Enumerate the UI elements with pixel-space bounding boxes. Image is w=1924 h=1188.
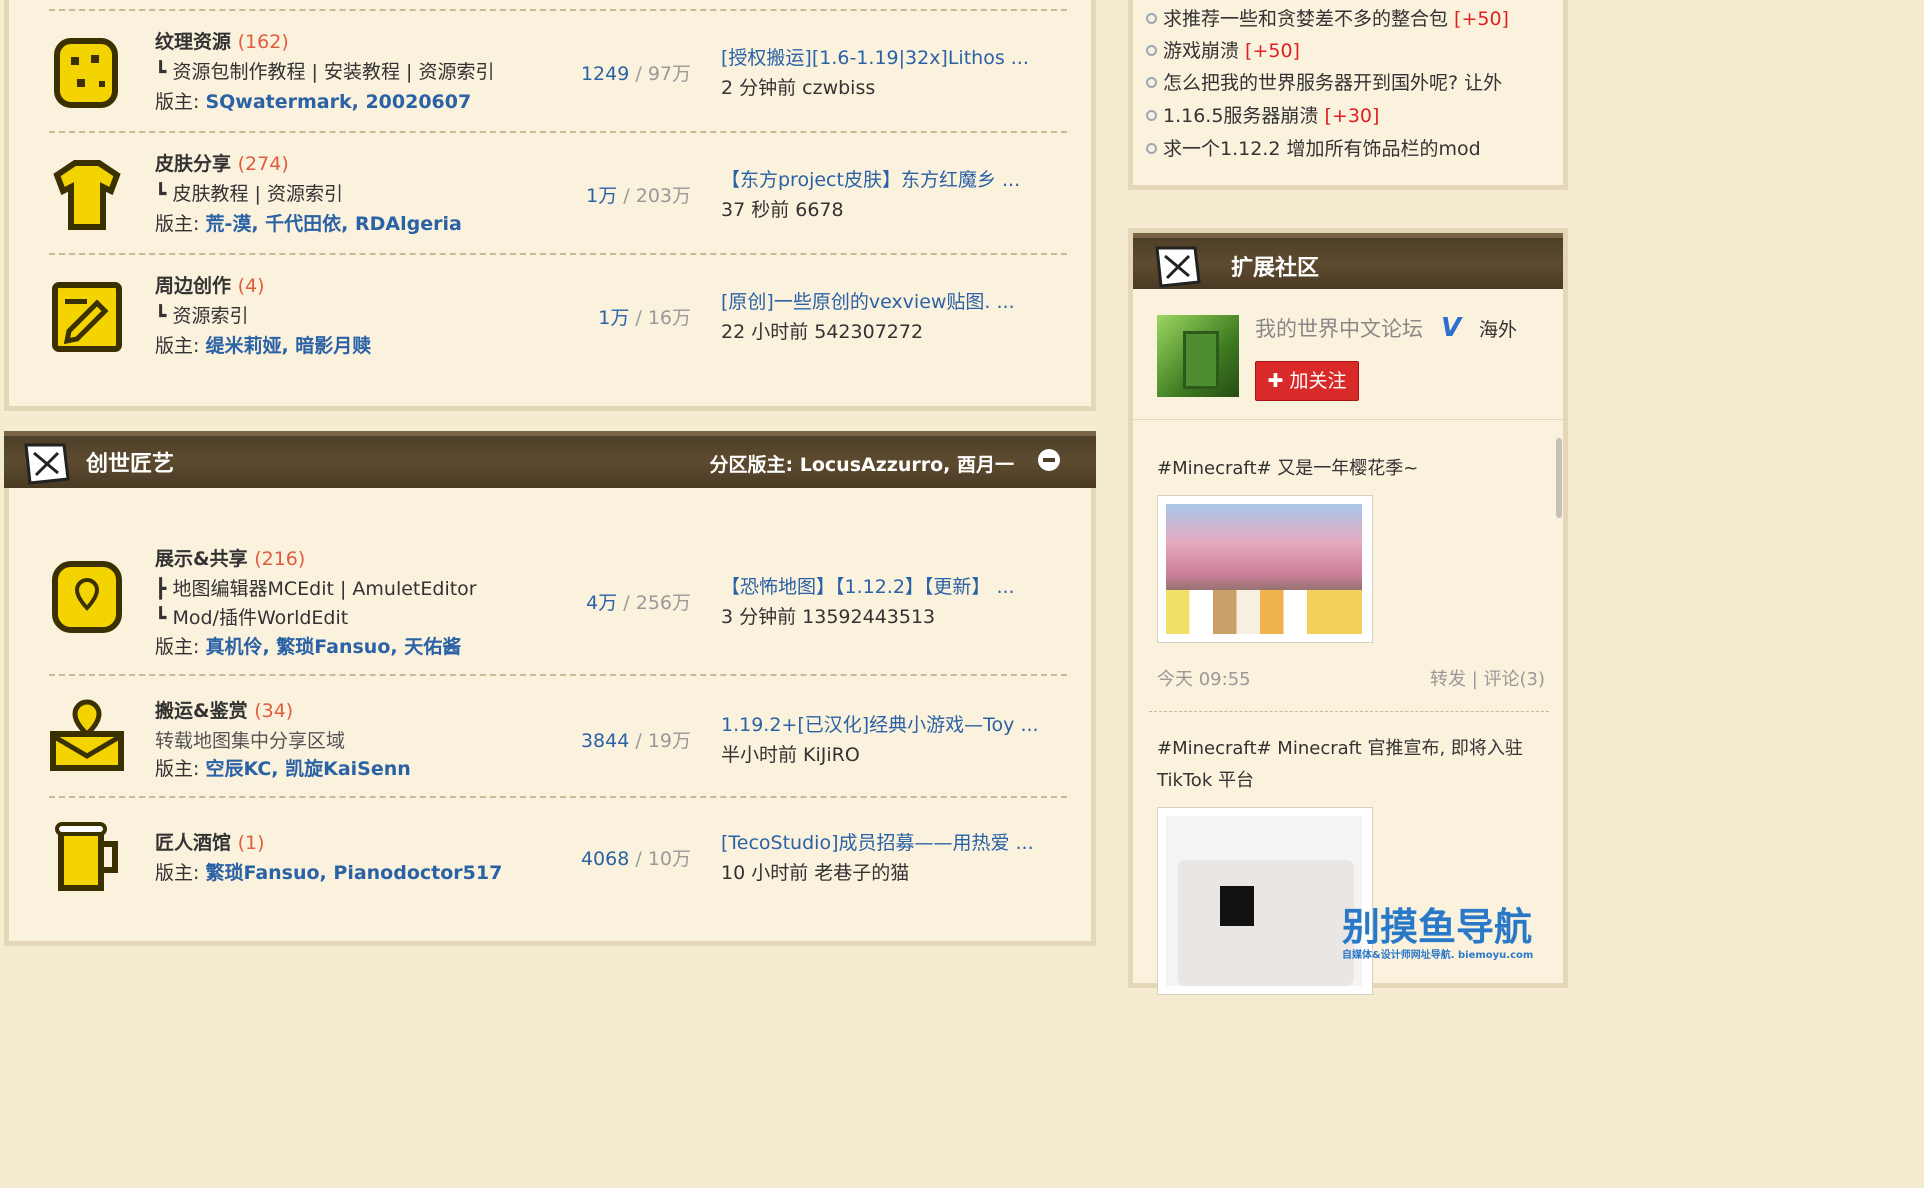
moderators: 版主: 空辰KC, 凯旋KaiSenn (155, 758, 411, 780)
divider (1149, 711, 1549, 712)
moderators: 版主: 荒-漠, 千代田依, RDAlgeria (155, 213, 462, 235)
follow-button[interactable]: ✚ 加关注 (1255, 361, 1359, 401)
hot-thread-link[interactable]: 怎么把我的世界服务器开到国外呢? 让外 (1145, 68, 1502, 95)
last-post-link[interactable]: [授权搬运][1.6-1.19|32x]Lithos ... (721, 43, 1029, 70)
last-post-link[interactable]: 【东方project皮肤】东方红魔乡 ... (721, 165, 1020, 192)
last-post-meta: 2 分钟前 czwbiss (721, 77, 876, 99)
hot-thread-link[interactable]: 游戏崩溃 [+50] (1146, 36, 1300, 63)
post-text: #Minecraft# Minecraft 官推宣布, 即将入驻 TikTok … (1157, 738, 1523, 791)
section-header: 创世匠艺 分区版主: LocusAzzurro, 酉月一 (4, 431, 1096, 488)
collapse-icon[interactable] (1038, 449, 1060, 471)
forum-stats: 1万 / 16万 (598, 307, 691, 329)
forum-stats: 4万 / 256万 (586, 592, 691, 614)
subforum-links[interactable]: ┗ 资源索引 (155, 301, 248, 328)
cookie-icon (54, 38, 118, 108)
forum-stats: 1249 / 97万 (580, 63, 691, 85)
post-text: #Minecraft# 又是一年樱花季~ (1157, 458, 1419, 479)
hot-thread-link[interactable]: 1.16.5服务器崩溃 [+30] (1145, 101, 1379, 128)
hot-thread-link[interactable]: 求推荐一些和贪婪差不多的整合包 [+50] (1146, 4, 1509, 31)
divider (1133, 419, 1563, 420)
last-post-meta: 10 小时前 老巷子的猫 (721, 862, 910, 884)
subforum-links[interactable]: ┣ 地图编辑器MCEdit | AmuletEditor (155, 574, 477, 601)
forum-panel-2: 展示&共享 (216) ┣ 地图编辑器MCEdit | AmuletEditor… (4, 488, 1096, 946)
location-mail-icon (50, 699, 124, 771)
last-post-link[interactable]: [TecoStudio]成员招募——用热爱 ... (721, 828, 1034, 855)
forum-description: 转载地图集中分享区域 (155, 730, 346, 752)
forum-title[interactable]: 展示&共享 (216) (155, 544, 305, 571)
watermark-logo: 别摸鱼导航 自媒体&设计师网址导航. biemoyu.com (1342, 905, 1534, 961)
forum-panel-1: 纹理资源 (162) ┗ 资源包制作教程 | 安装教程 | 资源索引 版主: S… (4, 0, 1096, 411)
hot-thread-link[interactable]: 求一个1.12.2 增加所有饰品栏的mod (1146, 134, 1481, 161)
last-post-meta: 3 分钟前 13592443513 (721, 606, 936, 628)
last-post-meta: 37 秒前 6678 (721, 199, 844, 221)
forum-stats: 1万 / 203万 (586, 185, 691, 207)
subforum-links[interactable]: ┗ 资源包制作教程 | 安装教程 | 资源索引 (155, 57, 494, 84)
post-image[interactable] (1157, 495, 1373, 643)
section-title[interactable]: 创世匠艺 (86, 446, 174, 478)
forum-stats: 4068 / 10万 (580, 848, 691, 870)
divider (49, 674, 1067, 676)
ext-header: 扩展社区 (1133, 233, 1563, 289)
last-post-meta: 22 小时前 542307272 (721, 321, 924, 343)
last-post-link[interactable]: 【恐怖地图】【1.12.2】【更新】 ... (721, 572, 1015, 599)
scrollbar[interactable] (1556, 438, 1562, 518)
post-time: 今天 09:55 (1157, 669, 1251, 690)
divider (49, 796, 1067, 798)
section-moderators: 分区版主: LocusAzzurro, 酉月一 (709, 454, 1014, 476)
beer-mug-icon (55, 822, 118, 891)
ext-title: 扩展社区 (1231, 256, 1320, 281)
scroll-icon (24, 443, 70, 485)
account-region: 海外 (1479, 319, 1518, 341)
moderators: 版主: 真机伶, 繁琐Fansuo, 天佑酱 (155, 636, 462, 658)
moderators: 版主: 缇米莉娅, 暗影月赎 (155, 335, 372, 357)
scroll-icon (1155, 246, 1201, 288)
last-post-link[interactable]: [原创]一些原创的vexview贴图. ... (721, 287, 1015, 314)
forum-title[interactable]: 搬运&鉴赏 (34) (155, 696, 293, 723)
map-pin-icon (52, 561, 122, 633)
last-post-link[interactable]: 1.19.2+[已汉化]经典小游戏—Toy ... (721, 710, 1039, 737)
divider (49, 253, 1067, 255)
forum-title[interactable]: 纹理资源 (162) (155, 27, 289, 54)
forum-title[interactable]: 周边创作 (4) (155, 271, 265, 298)
subforum-links[interactable]: ┗ 皮肤教程 | 资源索引 (155, 179, 343, 206)
extended-community-panel: 扩展社区 我的世界中文论坛 V 海外 ✚ 加关注 #Minecraft# 又是一… (1128, 228, 1568, 995)
shirt-icon (53, 160, 121, 230)
account-name[interactable]: 我的世界中文论坛 (1255, 313, 1423, 343)
last-post-meta: 半小时前 KiJiRO (721, 744, 860, 766)
avatar[interactable] (1157, 315, 1239, 397)
forum-title[interactable]: 皮肤分享 (274) (155, 149, 289, 176)
edit-icon (52, 282, 122, 352)
moderators: 版主: SQwatermark, 20020607 (155, 91, 472, 113)
divider (49, 9, 1067, 11)
forum-stats: 3844 / 19万 (580, 730, 691, 752)
forum-title[interactable]: 匠人酒馆 (1) (155, 828, 265, 855)
divider (49, 131, 1067, 133)
verified-icon: V (1441, 313, 1462, 343)
post-actions[interactable]: 转发 | 评论(3) (1430, 665, 1545, 691)
subforum-links[interactable]: ┗ Mod/插件WorldEdit (155, 603, 348, 630)
moderators: 版主: 繁琐Fansuo, Pianodoctor517 (155, 862, 503, 884)
hot-threads-panel: 求推荐一些和贪婪差不多的整合包 [+50] 游戏崩溃 [+50] 怎么把我的世界… (1128, 0, 1568, 190)
